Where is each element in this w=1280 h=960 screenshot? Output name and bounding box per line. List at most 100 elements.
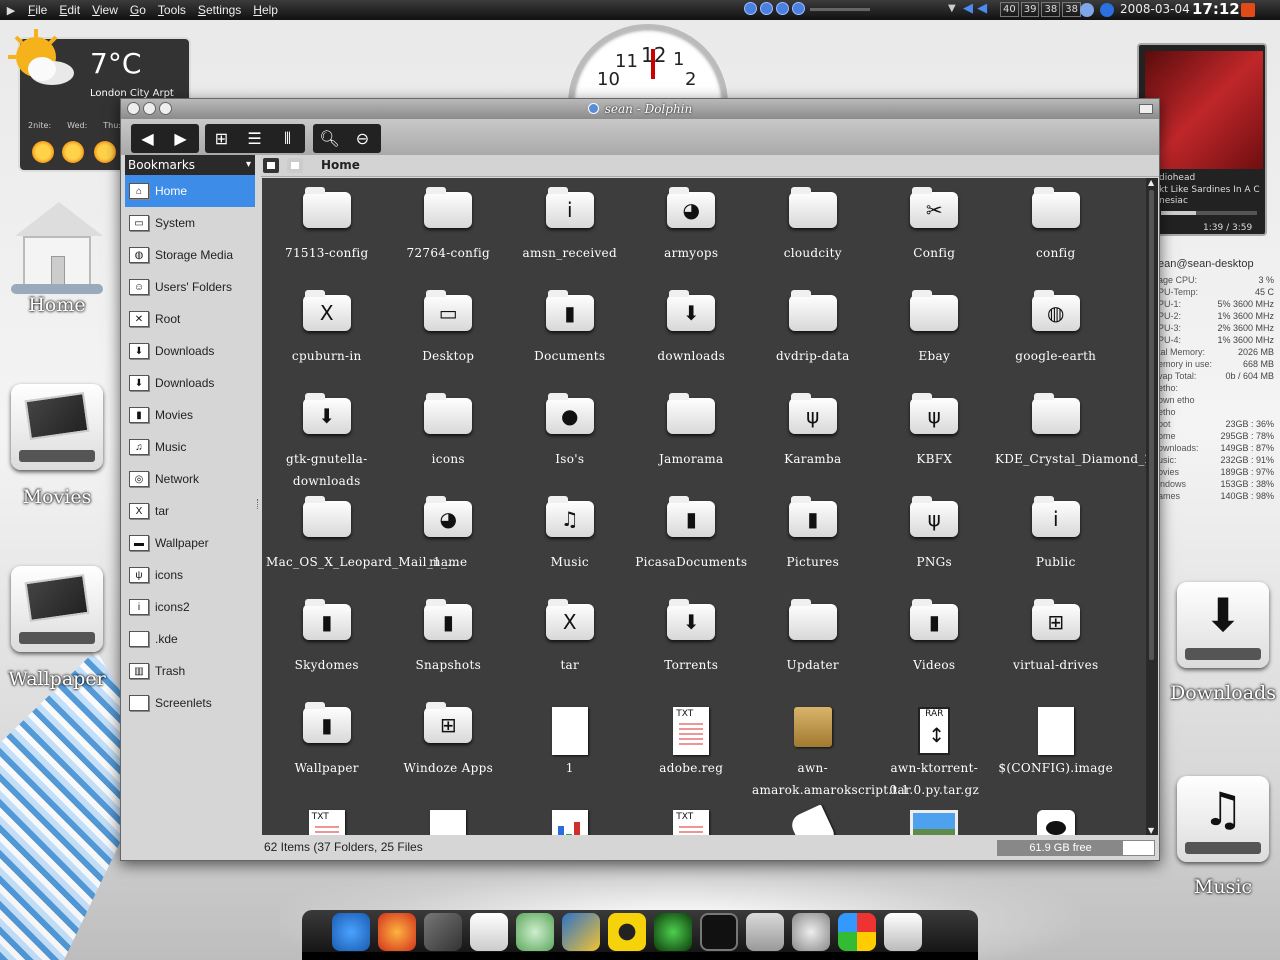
next-icon[interactable] [792, 2, 805, 15]
places-item-network[interactable]: ◎ Network [125, 463, 255, 495]
globe-tray-icon[interactable] [1100, 3, 1114, 17]
pager-desktop[interactable]: 38 [1062, 2, 1081, 17]
file-item[interactable]: ⬇ downloads [631, 281, 753, 384]
file-item[interactable]: Ebay [874, 281, 996, 384]
time[interactable]: 17:12 [1192, 0, 1240, 18]
file-item[interactable]: IAL-Wallpaper20_1... [874, 796, 996, 835]
pager-desktop[interactable]: 40 [1000, 2, 1019, 17]
zoom-in-button[interactable]: 🔍︎ [313, 124, 346, 153]
places-item-icons2[interactable]: i icons2 [125, 591, 255, 623]
chevron-down-icon[interactable]: ▼ [948, 3, 956, 14]
file-item[interactable]: ▭ Desktop [388, 281, 510, 384]
menu-file[interactable]: File [22, 3, 53, 17]
pager-desktop[interactable]: 39 [1020, 2, 1040, 17]
file-item[interactable]: config [995, 178, 1117, 281]
menu-tools[interactable]: Tools [152, 3, 192, 17]
file-item[interactable]: ψ Karamba [752, 384, 874, 487]
places-item-kde[interactable]: .kde [125, 623, 255, 655]
home-crumb-icon[interactable] [287, 158, 303, 173]
file-item[interactable]: 1 [509, 693, 631, 796]
file-item[interactable]: icons [388, 384, 510, 487]
refresh-icon[interactable] [792, 913, 830, 951]
places-item-trash[interactable]: ▥ Trash [125, 655, 255, 687]
house-icon[interactable] [884, 913, 922, 951]
columns-view-button[interactable]: ⦀ [271, 124, 304, 153]
mail-icon[interactable] [424, 913, 462, 951]
file-item[interactable]: Xtar [509, 590, 631, 693]
track-progress[interactable] [1161, 211, 1257, 215]
pager-desktop[interactable]: 38 [1041, 2, 1061, 17]
file-item[interactable]: ⬇ gtk-gnutella-downloads [266, 384, 388, 488]
places-item-downloads[interactable]: ⬇ Downloads [125, 367, 255, 399]
itunes-icon[interactable] [516, 913, 554, 951]
file-item[interactable]: Jamorama [631, 384, 753, 487]
file-item[interactable]: i amsn_received [509, 178, 631, 281]
file-item[interactable]: awn-amarok.amarokscript.tar [752, 693, 911, 797]
file-item[interactable]: ✂ Config [874, 178, 996, 281]
close-button[interactable] [127, 102, 140, 115]
file-item[interactable]: Mac_OS_X_Leopard_Mail_1_... [266, 487, 459, 590]
color-wheel-icon[interactable] [838, 913, 876, 951]
places-item-icons[interactable]: ψ icons [125, 559, 255, 591]
menu-help[interactable]: Help [247, 3, 284, 17]
clock-app-icon[interactable] [746, 913, 784, 951]
places-item-tar[interactable]: Xtar [125, 495, 255, 527]
file-item[interactable]: googleearth [752, 796, 874, 835]
file-item[interactable]: ⬇ Torrents [631, 590, 753, 693]
zoom-out-button[interactable]: ⊖ [346, 124, 379, 153]
vertical-scrollbar[interactable]: ▲ ▼ [1146, 178, 1158, 835]
file-item[interactable]: 72764-config [388, 178, 510, 281]
media-icon[interactable] [562, 913, 600, 951]
places-item-downloads[interactable]: ⬇ Downloads [125, 335, 255, 367]
panel-splitter[interactable] [257, 499, 260, 509]
file-item[interactable]: ▮ Pictures [752, 487, 874, 590]
file-item[interactable]: ◕ armyops [631, 178, 753, 281]
scroll-down-icon[interactable]: ▼ [1148, 826, 1154, 835]
breadcrumb-home[interactable]: Home [321, 158, 360, 172]
desktop-icon-movies[interactable]: Movies [2, 384, 112, 508]
file-item[interactable]: ψ KBFX [874, 384, 996, 487]
file-item[interactable]: DVBLive-20080228T18... [388, 796, 510, 835]
places-item-music[interactable]: ♫ Music [125, 431, 255, 463]
scroll-thumb[interactable] [1149, 190, 1154, 660]
desktop-icon-music[interactable]: ♫ Music [1168, 776, 1278, 898]
file-item[interactable]: ⊞ Windoze Apps [388, 693, 510, 796]
menu-edit[interactable]: Edit [53, 3, 86, 17]
file-item[interactable]: cloudcity [752, 178, 874, 281]
file-item[interactable]: ♫ Music [509, 487, 631, 590]
arrow-left-icon[interactable]: ◀ ◀ [963, 1, 987, 16]
file-item[interactable]: ▮ Documents [509, 281, 631, 384]
forward-button[interactable]: ▶ [164, 124, 197, 153]
details-view-button[interactable]: ☰ [238, 124, 271, 153]
menu-arrow-icon[interactable]: ▶ [0, 4, 22, 17]
places-item-home[interactable]: ⌂ Home [125, 175, 255, 207]
firefox-icon[interactable] [378, 913, 416, 951]
places-item-wallpaper[interactable]: ▬ Wallpaper [125, 527, 255, 559]
file-item[interactable]: ◍ google-earth [995, 281, 1117, 384]
places-item-system[interactable]: ▭ System [125, 207, 255, 239]
file-item[interactable]: Xcpuburn-in [266, 281, 388, 384]
desktop-icon-home[interactable]: Home [2, 198, 112, 316]
safari-icon[interactable] [332, 913, 370, 951]
previous-icon[interactable] [744, 2, 757, 15]
menu-view[interactable]: View [86, 3, 124, 17]
file-item[interactable]: TXTfonts.conf [631, 796, 753, 835]
file-item[interactable]: ⊞ virtual-drives [995, 590, 1117, 693]
window-titlebar[interactable]: sean - Dolphin [121, 99, 1159, 119]
file-item[interactable]: Updater [752, 590, 874, 693]
menu-settings[interactable]: Settings [192, 3, 247, 17]
file-item[interactable]: RAR awn-ktorrent-0.1.0.py.tar.gz [874, 693, 996, 797]
desktop-icon-wallpaper[interactable]: Wallpaper [2, 566, 112, 690]
file-item[interactable]: ▮ Snapshots [388, 590, 510, 693]
power-icon[interactable] [1241, 3, 1255, 17]
minimize-button[interactable] [143, 102, 156, 115]
play-icon[interactable] [760, 2, 773, 15]
file-item[interactable]: TXTdomino_sean2rc [266, 796, 388, 835]
file-item[interactable]: 71513-config [266, 178, 388, 281]
file-item[interactable]: ▮ Videos [874, 590, 996, 693]
shade-button[interactable] [1139, 104, 1153, 114]
back-button[interactable]: ◀ [131, 124, 164, 153]
scroll-up-icon[interactable]: ▲ [1148, 178, 1154, 187]
icons-view-button[interactable]: ⊞ [205, 124, 238, 153]
bookmarks-dropdown[interactable]: Bookmarks [125, 155, 255, 175]
